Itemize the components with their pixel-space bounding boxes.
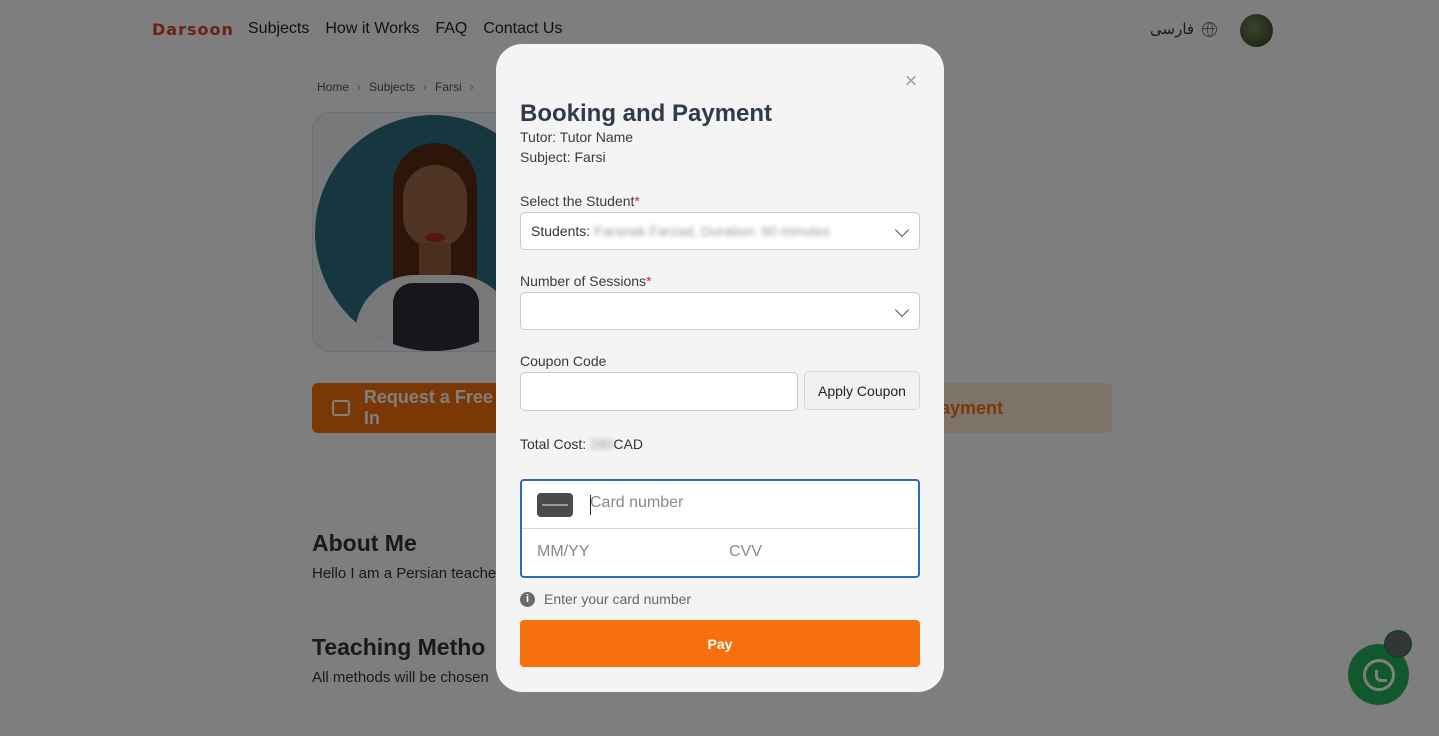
card-number-field[interactable]: Card number <box>522 481 918 529</box>
sessions-label: Number of Sessions* <box>520 273 652 289</box>
student-select-prefix: Students: <box>531 223 591 239</box>
chevron-down-icon <box>894 302 910 318</box>
credit-card-icon <box>537 493 573 517</box>
info-icon: i <box>520 591 535 607</box>
card-hint: i Enter your card number <box>520 591 691 607</box>
pay-button[interactable]: Pay <box>520 620 920 667</box>
total-cost-label: Total Cost: <box>520 436 587 452</box>
apply-coupon-button[interactable]: Apply Coupon <box>804 371 920 410</box>
total-cost-amount: 280 <box>590 436 614 452</box>
total-cost-currency: CAD <box>613 436 643 452</box>
expiry-field[interactable]: MM/YY <box>537 543 589 561</box>
total-cost: Total Cost: 280CAD <box>520 436 643 452</box>
student-label: Select the Student* <box>520 193 640 209</box>
tutor-line: Tutor: Tutor Name <box>520 129 634 145</box>
coupon-label: Coupon Code <box>520 353 607 369</box>
modal-close-button[interactable]: × <box>900 70 922 92</box>
sessions-select[interactable] <box>520 292 920 330</box>
coupon-input[interactable] <box>520 372 798 411</box>
required-marker: * <box>634 193 640 209</box>
cvv-field[interactable]: CVV <box>729 543 762 561</box>
modal-title: Booking and Payment <box>520 100 773 127</box>
booking-payment-modal: × Booking and Payment Tutor: Tutor Name … <box>496 44 944 692</box>
student-label-text: Select the Student <box>520 193 635 209</box>
close-icon: × <box>904 68 918 93</box>
card-number-placeholder: Card number <box>590 494 684 511</box>
student-select[interactable]: Students: Faranak Farzad, Duration: 60 m… <box>520 212 920 250</box>
required-marker: * <box>646 273 652 289</box>
student-select-value: Faranak Farzad, Duration: 60 minutes <box>594 223 830 239</box>
text-cursor <box>590 495 591 515</box>
subject-line: Subject: Farsi <box>520 149 606 165</box>
card-hint-text: Enter your card number <box>544 591 692 607</box>
card-payment-form: Card number MM/YY CVV <box>520 479 920 578</box>
chevron-down-icon <box>894 222 910 238</box>
sessions-label-text: Number of Sessions <box>520 273 647 289</box>
